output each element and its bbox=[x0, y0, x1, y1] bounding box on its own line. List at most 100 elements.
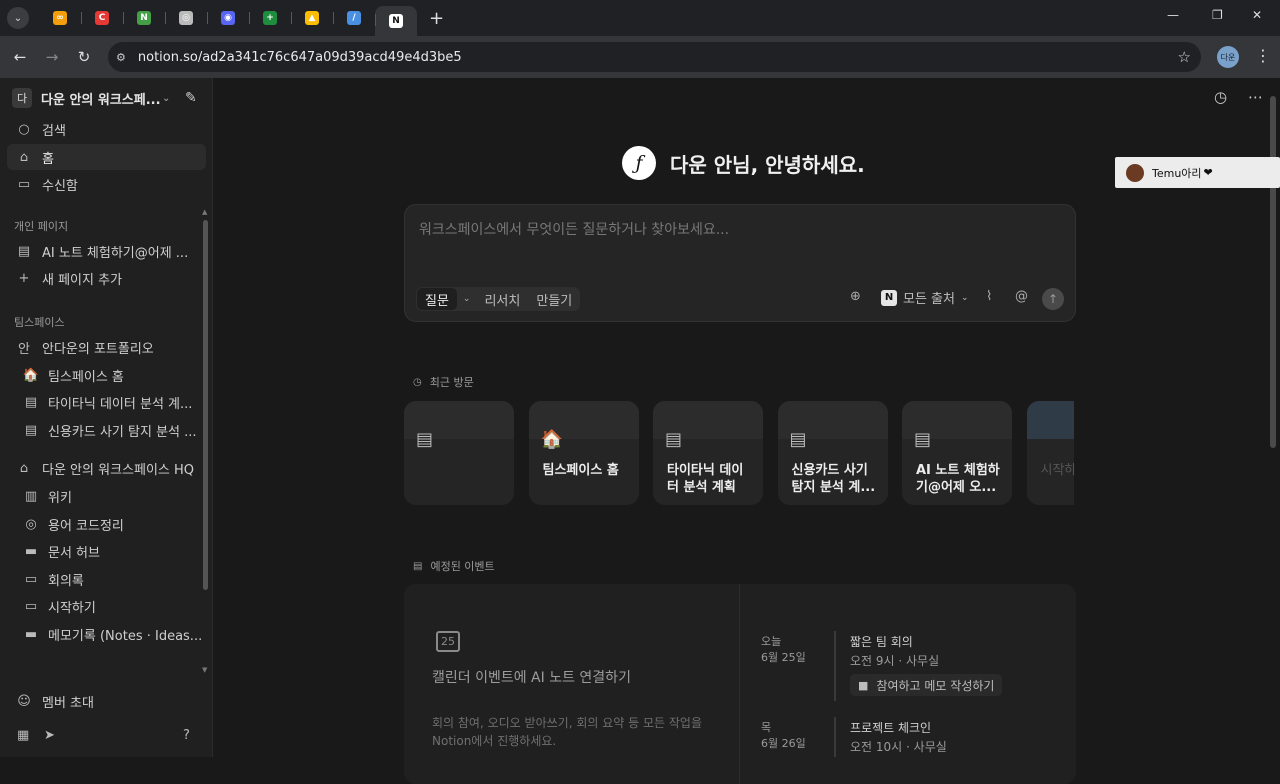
sidebar-item[interactable]: 🏠 팀스페이스 홈 bbox=[14, 362, 206, 388]
event-name[interactable]: 프로젝트 체크인 bbox=[850, 719, 931, 736]
events-heading: ▤ 예정된 이벤트 bbox=[413, 558, 495, 574]
ask-box[interactable]: 워크스페이스에서 무엇이든 질문하거나 찾아보세요... 질문 ⌄ 리서치 만들… bbox=[404, 204, 1076, 322]
browser-tab[interactable]: / bbox=[333, 4, 375, 32]
badge-icon: 안 bbox=[18, 341, 30, 357]
sidebar-scrollbar[interactable] bbox=[203, 220, 208, 590]
new-tab-button[interactable]: + bbox=[429, 8, 444, 29]
browser-tab[interactable]: N bbox=[375, 6, 417, 36]
forward-button[interactable]: → bbox=[36, 48, 68, 66]
house-emoji-icon: 🏠 bbox=[22, 367, 40, 383]
sidebar-item[interactable]: ▭ 시작하기 bbox=[14, 593, 206, 619]
card-title: 신용카드 사기 탐지 분석 계... bbox=[791, 463, 876, 495]
event-time: 오전 9시 · 사무실 bbox=[850, 654, 940, 668]
workspace-switcher[interactable]: 다 다운 안의 워크스페... ⌄ ✎ bbox=[12, 87, 206, 109]
sidebar-item-label: 수신함 bbox=[42, 178, 78, 194]
send-button[interactable]: ↑ bbox=[1042, 288, 1064, 310]
chevron-down-icon[interactable]: ⌄ bbox=[457, 294, 477, 304]
home-badge-icon: ⌂ bbox=[19, 460, 29, 476]
sidebar-item[interactable]: ▤ 신용카드 사기 탐지 분석 ... bbox=[14, 417, 206, 443]
chevron-down-icon[interactable]: ⌄ bbox=[162, 93, 170, 104]
chevron-down-icon: ⌄ bbox=[960, 292, 969, 303]
site-settings-icon[interactable]: ⚙ bbox=[116, 51, 126, 64]
scroll-up-arrow[interactable]: ▲ bbox=[202, 208, 207, 216]
mention-icon[interactable]: @ bbox=[1015, 289, 1028, 304]
sidebar-item[interactable]: + 새 페이지 추가 bbox=[7, 265, 206, 291]
browser-menu-icon[interactable]: ⋮ bbox=[1255, 46, 1271, 65]
minimize-button[interactable]: — bbox=[1167, 8, 1179, 22]
browser-tab[interactable]: ◉ bbox=[207, 4, 249, 32]
avatar bbox=[1126, 163, 1144, 182]
help-icon[interactable]: ? bbox=[183, 728, 190, 743]
join-meeting-button[interactable]: ■ 참여하고 메모 작성하기 bbox=[850, 674, 1003, 696]
event-bar bbox=[834, 631, 836, 701]
sidebar-item[interactable]: ▤ AI 노트 체험하기@어제 ... bbox=[7, 238, 206, 264]
sidebar-item[interactable]: ⌂ 다운 안의 워크스페이스 HQ bbox=[7, 455, 206, 481]
tab-search-button[interactable]: ⌄ bbox=[7, 7, 29, 29]
new-page-icon[interactable]: ✎ bbox=[185, 90, 197, 106]
sidebar-item[interactable]: ▥ 위키 bbox=[14, 483, 206, 509]
sidebar-item[interactable]: ⌂ 홈 bbox=[7, 144, 206, 170]
sidebar-item[interactable]: ○ 검색 bbox=[7, 116, 206, 142]
sidebar-item-label: 타이타닉 데이터 분석 계... bbox=[48, 396, 193, 412]
globe-icon[interactable]: ⊕ bbox=[850, 289, 861, 304]
card-cover bbox=[1026, 401, 1074, 439]
notion-icon: N bbox=[389, 14, 403, 28]
recent-card[interactable]: 시작하 bbox=[1026, 401, 1074, 505]
browser-tab[interactable]: C bbox=[81, 4, 123, 32]
join-label: 참여하고 메모 작성하기 bbox=[876, 678, 995, 693]
mode-ask[interactable]: 질문 bbox=[417, 288, 457, 310]
recent-card[interactable]: ▤ bbox=[404, 401, 514, 505]
browser-tab[interactable]: + bbox=[249, 4, 291, 32]
back-button[interactable]: ← bbox=[4, 48, 36, 66]
recent-card[interactable]: ▤ AI 노트 체험하기@어제 오... bbox=[902, 401, 1012, 505]
recent-card[interactable]: ▤ 타이타닉 데이터 분석 계획 ... bbox=[653, 401, 763, 505]
browser-tab[interactable]: ▲ bbox=[291, 4, 333, 32]
more-options-icon[interactable]: ⋯ bbox=[1248, 88, 1263, 106]
history-icon[interactable]: ◷ bbox=[1214, 88, 1227, 106]
sidebar-item[interactable]: ▭ 회의록 bbox=[14, 566, 206, 592]
recent-card[interactable]: ▤ 신용카드 사기 탐지 분석 계... bbox=[777, 401, 888, 505]
card-title: AI 노트 체험하기@어제 오... bbox=[916, 463, 1000, 495]
page-icon: ▤ bbox=[24, 422, 38, 438]
close-window-button[interactable]: ✕ bbox=[1252, 8, 1262, 22]
camera-icon: ■ bbox=[858, 678, 869, 692]
bookmark-star-icon[interactable]: ☆ bbox=[1178, 48, 1191, 66]
omnibox[interactable]: ⚙ notion.so/ad2a341c76c647a09d39acd49e4d… bbox=[108, 42, 1201, 72]
scroll-down-arrow[interactable]: ▼ bbox=[202, 666, 207, 674]
send-icon[interactable]: ➤ bbox=[44, 728, 55, 743]
reload-button[interactable]: ↻ bbox=[68, 48, 100, 66]
url-text[interactable]: notion.so/ad2a341c76c647a09d39acd49e4d3b… bbox=[138, 50, 462, 65]
event-name[interactable]: 짧은 팀 회의 bbox=[850, 633, 913, 650]
sidebar-item-label: 용어 코드정리 bbox=[48, 518, 124, 534]
floating-user-badge[interactable]: Temu아리 ❤ bbox=[1115, 157, 1280, 188]
browser-tab[interactable]: ◎ bbox=[165, 4, 207, 32]
sidebar-item[interactable]: ▭ 수신함 bbox=[7, 171, 206, 197]
sidebar-item[interactable]: ◎ 용어 코드정리 bbox=[14, 511, 206, 537]
calendar-icon: 25 bbox=[436, 626, 460, 652]
calendar-icon[interactable]: ▦ bbox=[17, 728, 29, 743]
main-scrollbar[interactable] bbox=[1270, 96, 1276, 448]
sidebar-item[interactable]: ▬ 문서 허브 bbox=[14, 538, 206, 564]
invite-members-button[interactable]: ☺ 멤버 초대 bbox=[7, 688, 206, 714]
source-selector[interactable]: N 모든 출처 ⌄ bbox=[881, 288, 969, 307]
attach-icon[interactable]: ⌇ bbox=[986, 289, 992, 304]
restore-button[interactable]: ❐ bbox=[1212, 8, 1223, 22]
sidebar-item[interactable]: 안 안다운의 포트폴리오 bbox=[7, 334, 206, 360]
sidebar-item-label: 위키 bbox=[48, 490, 72, 506]
folder-icon: ▭ bbox=[24, 571, 38, 587]
sidebar-item[interactable]: ▤ 타이타닉 데이터 분석 계... bbox=[14, 389, 206, 415]
user-avatar: ƒ bbox=[622, 146, 656, 180]
profile-avatar[interactable]: 다운 bbox=[1217, 46, 1239, 68]
recent-heading: ◷ 최근 방문 bbox=[413, 374, 474, 390]
ask-input[interactable]: 워크스페이스에서 무엇이든 질문하거나 찾아보세요... bbox=[419, 219, 729, 239]
recent-card[interactable]: 🏠 팀스페이스 홈 bbox=[528, 401, 639, 505]
mode-create[interactable]: 만들기 bbox=[528, 290, 580, 309]
user-plus-icon: ☺ bbox=[17, 693, 31, 709]
calendar-connect-title[interactable]: 캘린더 이벤트에 AI 노트 연결하기 bbox=[432, 669, 632, 688]
event-day: 오늘 bbox=[761, 635, 782, 648]
sidebar-item[interactable]: ▬ 메모기록 (Notes · Ideas... bbox=[14, 621, 206, 647]
browser-tab[interactable]: ∞ bbox=[39, 4, 81, 32]
book-icon: ▥ bbox=[24, 488, 38, 504]
browser-tab[interactable]: N bbox=[123, 4, 165, 32]
mode-research[interactable]: 리서치 bbox=[476, 290, 528, 309]
